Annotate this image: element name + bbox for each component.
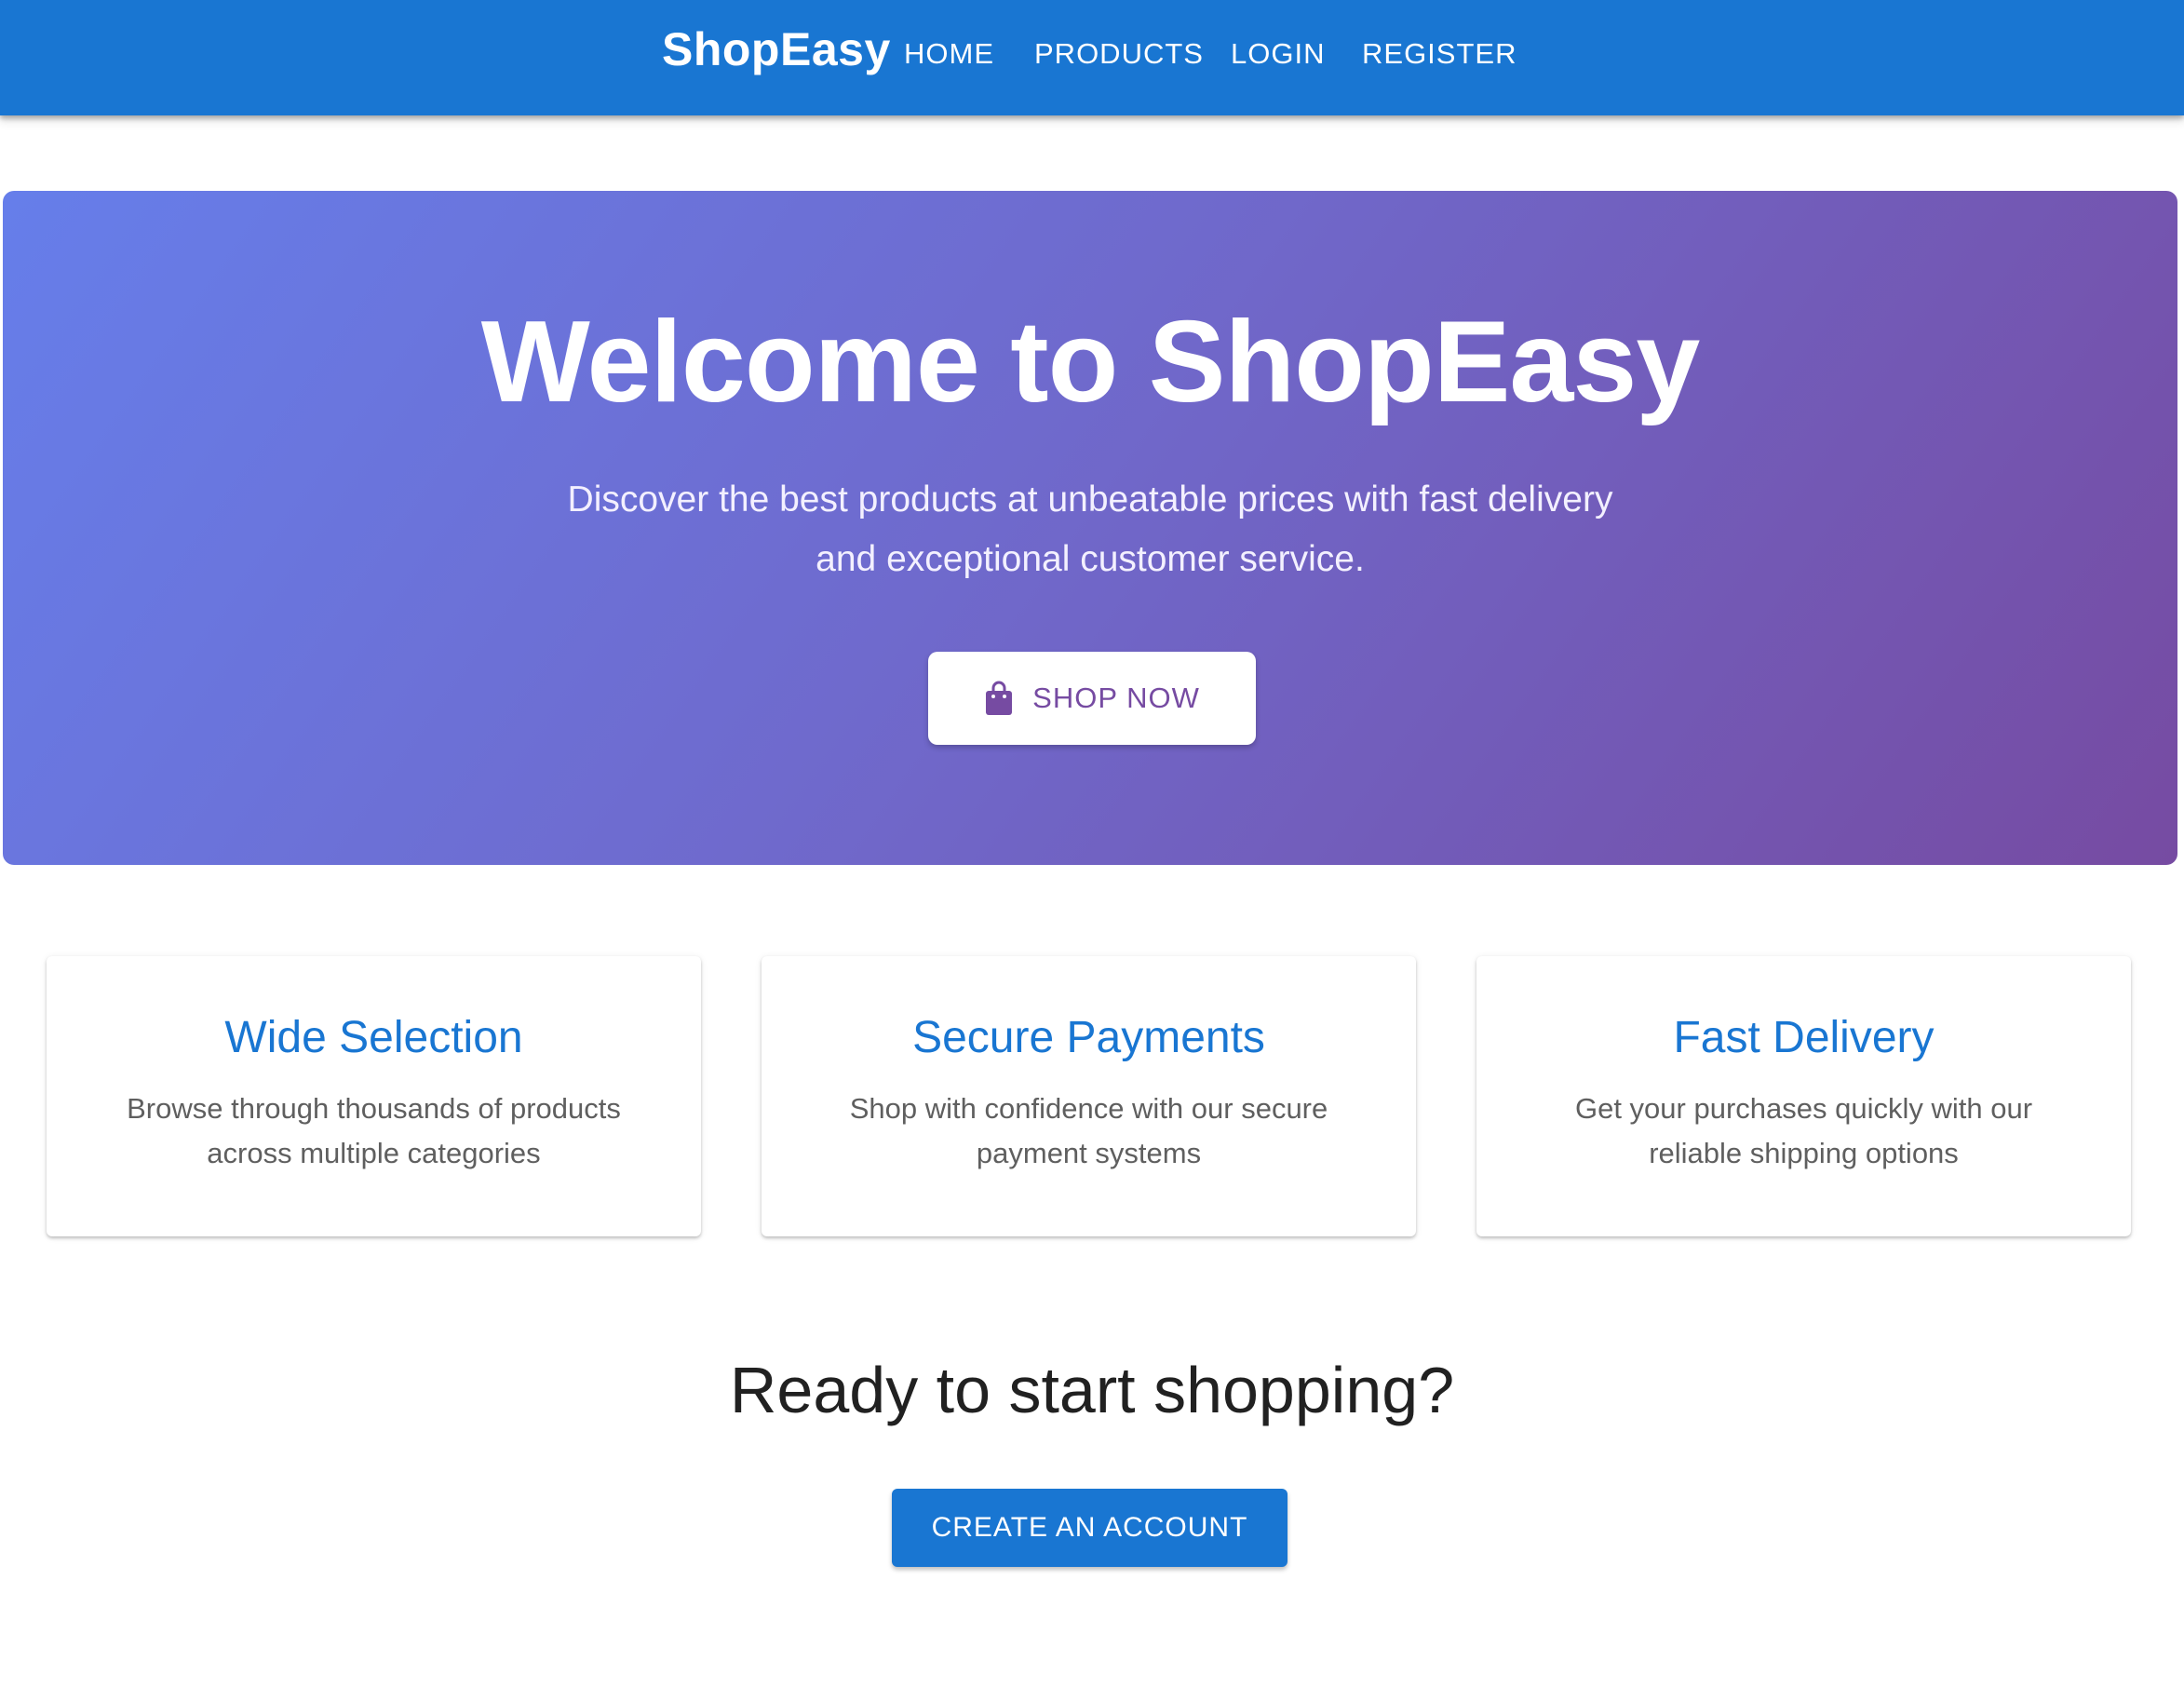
feature-title: Secure Payments <box>912 1013 1265 1062</box>
hero-subtitle-line-1: Discover the best products at unbeatable… <box>567 479 1613 520</box>
feature-card-secure-payments: Secure Payments Shop with confidence wit… <box>762 956 1416 1236</box>
feature-description: Get your purchases quickly with our reli… <box>1523 1087 2084 1176</box>
hero-subtitle: Discover the best products at unbeatable… <box>504 470 1677 589</box>
feature-description: Shop with confidence with our secure pay… <box>808 1087 1369 1176</box>
nav-home[interactable]: HOME <box>904 34 994 74</box>
feature-description-line-2: across multiple categories <box>207 1137 541 1169</box>
app-bar: ShopEasy HOME PRODUCTS LOGIN REGISTER <box>0 0 2184 115</box>
create-account-button[interactable]: CREATE AN ACCOUNT <box>892 1489 1287 1567</box>
feature-description-line-1: Browse through thousands of products <box>127 1092 621 1125</box>
feature-title: Fast Delivery <box>1673 1013 1935 1062</box>
feature-card-fast-delivery: Fast Delivery Get your purchases quickly… <box>1476 956 2131 1236</box>
shopping-bag-icon <box>986 681 1013 715</box>
feature-card-wide-selection: Wide Selection Browse through thousands … <box>47 956 701 1236</box>
hero-title: Welcome to ShopEasy <box>480 298 1701 426</box>
feature-description-line-2: reliable shipping options <box>1649 1137 1959 1169</box>
hero-subtitle-line-2: and exceptional customer service. <box>816 539 1365 579</box>
feature-description-line-1: Shop with confidence with our secure <box>849 1092 1328 1125</box>
cta-heading: Ready to start shopping? <box>729 1354 1455 1426</box>
nav-products[interactable]: PRODUCTS <box>1034 34 1204 74</box>
feature-title: Wide Selection <box>224 1013 523 1062</box>
nav-login[interactable]: LOGIN <box>1231 34 1325 74</box>
feature-description: Browse through thousands of products acr… <box>93 1087 654 1176</box>
brand-logo-text[interactable]: ShopEasy <box>662 22 891 76</box>
hero-banner: Welcome to ShopEasy Discover the best pr… <box>3 191 2177 865</box>
feature-description-line-1: Get your purchases quickly with our <box>1574 1092 2033 1125</box>
nav-register[interactable]: REGISTER <box>1362 34 1517 74</box>
feature-description-line-2: payment systems <box>976 1137 1202 1169</box>
shop-now-label: SHOP NOW <box>1032 682 1200 714</box>
shop-now-button[interactable]: SHOP NOW <box>928 652 1256 745</box>
